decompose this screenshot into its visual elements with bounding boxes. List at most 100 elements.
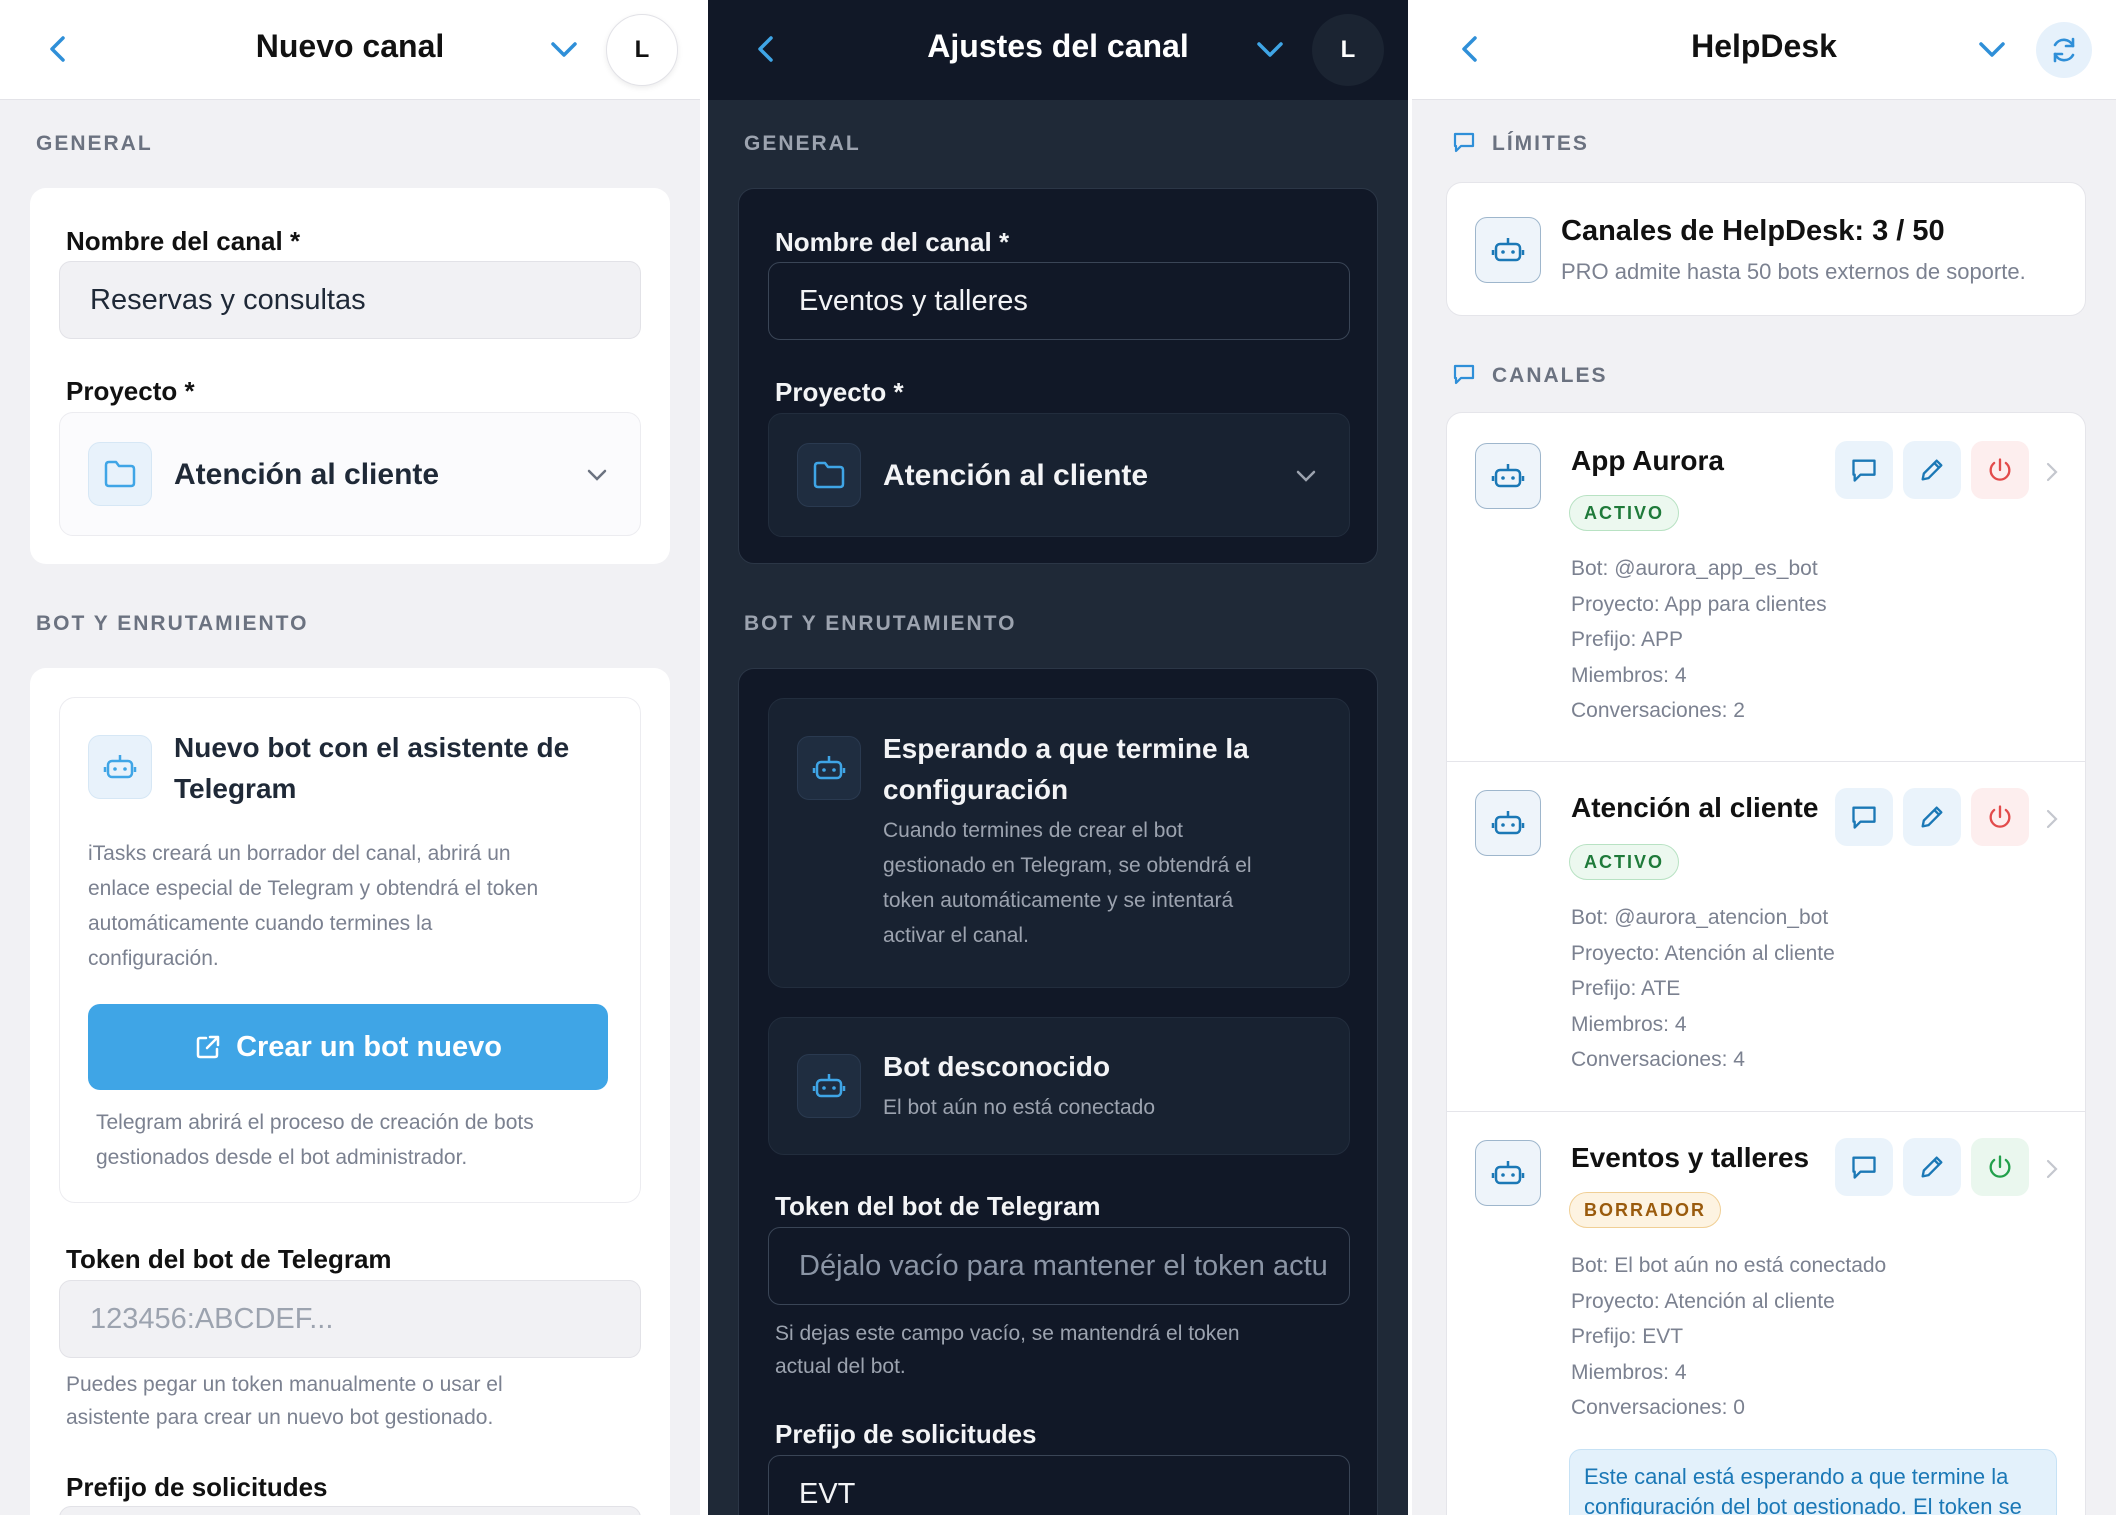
enable-button[interactable] [1971,1138,2029,1196]
token-field[interactable]: 123456:ABCDEF... [59,1280,641,1358]
edit-button[interactable] [1903,788,1961,846]
message-icon [1852,806,1876,829]
chevron-down-icon [587,469,607,481]
bot-card: Nuevo bot con el asistente de Telegram i… [30,668,670,1515]
unknown-bot-desc: El bot aún no está conectado [883,1096,1156,1119]
bot-icon [797,736,861,800]
prefix-field[interactable]: EVT [768,1455,1350,1515]
limits-card: Canales de HelpDesk: 3 / 50 PRO admite h… [1446,182,2086,316]
chevron-right-icon [2046,809,2058,829]
open-chat-button[interactable] [1835,788,1893,846]
section-general: GENERAL [744,132,861,155]
refresh-button[interactable] [2036,22,2092,78]
notice-line-1: Este canal está esperando a que termine … [1584,1464,2009,1489]
message-icon [1852,1156,1876,1179]
page-title: Ajustes del canal [927,28,1189,64]
power-icon [1989,458,2011,481]
channel-name: Atención al cliente [1571,792,1819,823]
waiting-desc-line-2: gestionado en Telegram, se obtendrá el [883,854,1252,877]
disable-button[interactable] [1971,441,2029,499]
channel-prefix: Prefijo: EVT [1571,1325,1684,1348]
general-card: Nombre del canal * Eventos y talleres Pr… [738,188,1378,564]
open-chat-button[interactable] [1835,441,1893,499]
unknown-bot-card: Bot desconocido El bot aún no está conec… [768,1017,1350,1155]
wizard-desc-line-1: iTasks creará un borrador del canal, abr… [88,842,511,865]
channel-bot: Bot: @aurora_app_es_bot [1571,557,1818,580]
page-title: HelpDesk [1691,28,1837,64]
section-limits: LÍMITES [1492,132,1589,155]
draft-notice: Este canal está esperando a que termine … [1569,1449,2057,1515]
channel-project: Proyecto: App para clientes [1571,593,1827,616]
status-badge: ACTIVO [1569,495,1680,531]
channel-members: Miembros: 4 [1571,1361,1687,1384]
token-field[interactable]: Déjalo vacío para mantener el token actu [768,1227,1350,1305]
channel-name-field[interactable]: Eventos y talleres [768,262,1350,340]
list-item[interactable]: Atención al cliente ACTIVO Bot: @aurora_… [1447,762,2085,1112]
channel-conversations: Conversaciones: 0 [1571,1396,1745,1419]
token-help-line-1: Si dejas este campo vacío, se mantendrá … [775,1322,1240,1345]
edit-button[interactable] [1903,441,1961,499]
refresh-icon [2053,37,2075,63]
token-help-line-1: Puedes pegar un token manualmente o usar… [66,1373,503,1396]
avatar[interactable]: L [606,14,678,86]
section-general: GENERAL [36,132,153,155]
channel-conversations: Conversaciones: 2 [1571,699,1745,722]
channel-name-field[interactable]: Reservas y consultas [59,261,641,339]
message-icon [1852,459,1876,482]
wizard-desc-line-3: automáticamente cuando termines la [88,912,433,935]
limit-title: Canales de HelpDesk: 3 / 50 [1561,215,1945,247]
project-select[interactable]: Atención al cliente [59,412,641,536]
project-label: Proyecto * [775,377,904,407]
chevron-down-icon[interactable] [1976,36,2008,64]
create-bot-button-label: Crear un bot nuevo [236,1030,502,1063]
open-chat-button[interactable] [1835,1138,1893,1196]
token-label: Token del bot de Telegram [775,1191,1101,1221]
bot-card: Esperando a que termine la configuración… [738,668,1378,1515]
page-title: Nuevo canal [255,28,445,64]
token-help-line-2: actual del bot. [775,1355,906,1378]
status-badge: ACTIVO [1569,844,1680,880]
channel-members: Miembros: 4 [1571,1013,1687,1036]
list-item[interactable]: Eventos y talleres BORRADOR Bot: El bot … [1447,1112,2085,1515]
pencil-icon [1921,806,1943,828]
waiting-title-line-1: Esperando a que termine la [883,733,1249,764]
helpdesk-screen: HelpDesk LÍMITES Canales de HelpDesk: 3 … [1412,0,2116,1515]
bot-icon [1475,1140,1541,1206]
prefix-label: Prefijo de solicitudes [775,1419,1037,1449]
section-channels: CANALES [1492,364,1608,387]
create-bot-button[interactable]: Crear un bot nuevo [88,1004,608,1090]
create-help-line-2: gestionados desde el bot administrador. [96,1146,468,1169]
channel-prefix: Prefijo: ATE [1571,977,1681,1000]
channel-name-label: Nombre del canal * [66,226,301,256]
section-bot-routing: BOT Y ENRUTAMIENTO [744,612,1017,635]
chevron-down-icon[interactable] [548,36,580,64]
disable-button[interactable] [1971,788,2029,846]
channel-name: App Aurora [1571,445,1724,476]
bot-icon [1475,443,1541,509]
avatar[interactable]: L [1312,14,1384,86]
bot-icon [1475,217,1541,283]
token-help-line-2: asistente para crear un nuevo bot gestio… [66,1406,494,1429]
wizard-desc-line-2: enlace especial de Telegram y obtendrá e… [88,877,539,900]
top-bar: Ajustes del canal L [708,0,1408,100]
waiting-title-line-2: configuración [883,774,1069,805]
channel-conversations: Conversaciones: 4 [1571,1048,1745,1071]
channel-bot: Bot: El bot aún no está conectado [1571,1254,1887,1277]
channel-project: Proyecto: Atención al cliente [1571,1290,1835,1313]
edit-button[interactable] [1903,1138,1961,1196]
list-item[interactable]: App Aurora ACTIVO Bot: @aurora_app_es_bo… [1447,413,2085,761]
channel-project: Proyecto: Atención al cliente [1571,942,1835,965]
chevron-right-icon [2046,1159,2058,1179]
top-bar: HelpDesk [1412,0,2116,100]
channel-bot: Bot: @aurora_atencion_bot [1571,906,1829,929]
token-label: Token del bot de Telegram [66,1244,392,1274]
channel-members: Miembros: 4 [1571,664,1687,687]
chevron-down-icon[interactable] [1254,36,1286,64]
folder-icon [88,442,152,506]
project-select[interactable]: Atención al cliente [768,413,1350,537]
pencil-icon [1921,459,1943,481]
wizard-desc-line-4: configuración. [88,947,219,970]
status-badge: BORRADOR [1569,1192,1721,1228]
notice-line-2: configuración del bot gestionado. El tok… [1584,1494,2022,1515]
prefix-field[interactable] [59,1506,641,1515]
